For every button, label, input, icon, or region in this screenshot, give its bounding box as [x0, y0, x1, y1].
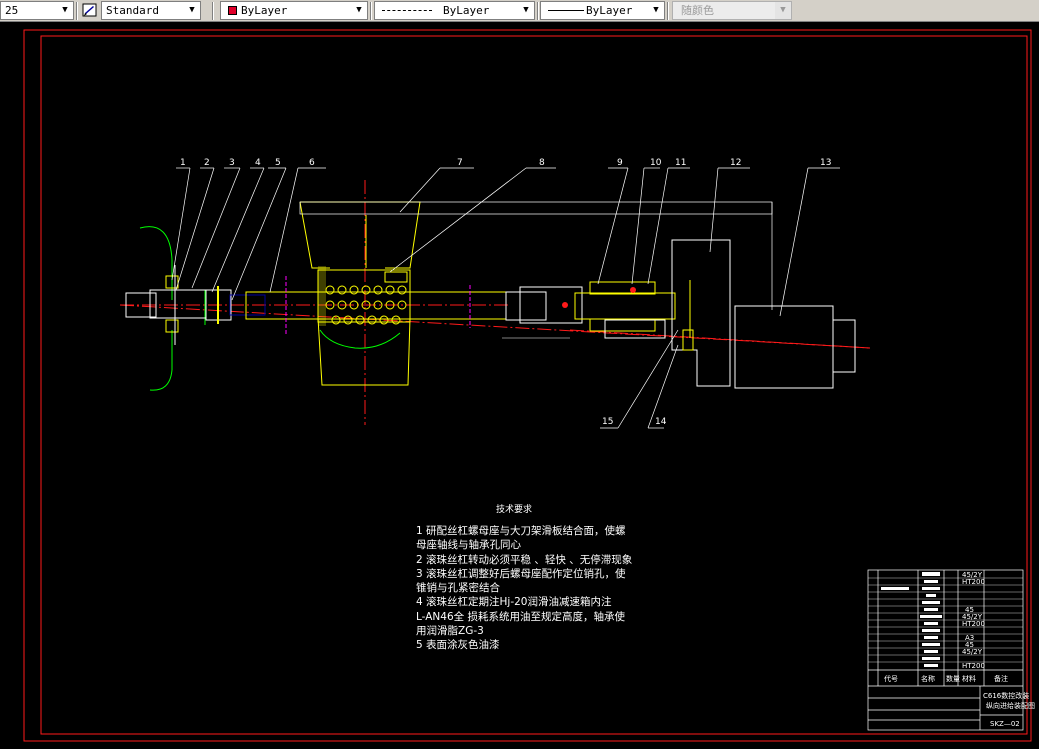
header-cell: 材料: [962, 674, 976, 683]
text-style-icon[interactable]: [80, 1, 100, 20]
material-code: HT200: [962, 620, 985, 628]
note-line: 5 表面涂灰色油漆: [416, 639, 500, 652]
linetype-preview-icon: [382, 10, 432, 11]
left-bearing-housing: [149, 289, 207, 319]
header-cell: 名称: [921, 674, 935, 683]
layer-color-combo[interactable]: ByLayer ▼: [220, 1, 368, 20]
center-line-right: [569, 329, 871, 349]
toolbar-separator: [537, 2, 539, 20]
note-line: 2 滚珠丝杠转动必须平稳 、轻快 、无停滞现象: [416, 553, 633, 566]
scale-value: 25: [5, 4, 19, 17]
text-style-combo[interactable]: Standard ▼: [101, 1, 201, 20]
toolbar-separator: [370, 2, 372, 20]
header-cells: 代号 名称 数量 材料 备注: [884, 674, 1008, 683]
header-cell: 数量: [946, 674, 960, 683]
gearbox-flange: [682, 329, 694, 351]
toolbar-separator: [667, 2, 669, 20]
drawing-title: C616数控改装: [983, 691, 1029, 700]
lineweight-value: ByLayer: [586, 4, 633, 17]
bearing-block-lower: [589, 318, 656, 332]
balloon-number: 5: [275, 158, 281, 168]
balloon-number: 13: [820, 158, 831, 168]
material-code: 45/2Y: [962, 648, 983, 656]
gearbox: [671, 239, 731, 387]
stepper-motor: [734, 305, 834, 389]
drawing-subtitle: 纵向进给装配图: [986, 701, 1035, 710]
output-shaft: [574, 292, 676, 320]
bearing-ball: [630, 287, 636, 293]
header-cell: 代号: [884, 674, 898, 683]
nut-key: [384, 271, 408, 283]
chevron-down-icon[interactable]: ▼: [351, 2, 367, 19]
plot-style-combo[interactable]: 随颜色 ▼: [672, 1, 792, 20]
balloon-number: 7: [457, 158, 463, 168]
balloon-number: 2: [204, 158, 210, 168]
scale-combo[interactable]: 25 ▼: [0, 1, 74, 20]
chevron-down-icon[interactable]: ▼: [648, 2, 664, 19]
note-line: L-AN46全 损耗系统用油至规定高度，轴承使: [416, 610, 625, 623]
balloon-number: 6: [309, 158, 315, 168]
material-code: HT200: [962, 662, 985, 670]
parts-list-rows: [868, 577, 1023, 663]
lineweight-preview-icon: [548, 10, 584, 11]
balloon-number: 15: [602, 417, 613, 427]
text-style-value: Standard: [106, 4, 159, 17]
toolbar-separator: [212, 2, 214, 20]
note-line: 用润滑脂ZG-3: [416, 625, 484, 638]
screw-journal: [505, 291, 547, 321]
lineweight-combo[interactable]: ByLayer ▼: [540, 1, 665, 20]
balloon-number: 11: [675, 158, 686, 168]
balloon-number: 10: [650, 158, 662, 168]
linetype-value: ByLayer: [443, 4, 490, 17]
layer-color-value: ByLayer: [241, 4, 288, 17]
header-cell: 备注: [994, 674, 1008, 683]
note-line: 4 滚珠丝杠定期注Hj-20润滑油减速箱内注: [416, 596, 612, 609]
balloon-number: 9: [617, 158, 623, 168]
note-line: 3 滚珠丝杠调整好后螺母座配作定位销孔，使: [416, 567, 626, 580]
drawing-canvas[interactable]: 1 2 3 4 5 6 7 8 9 10 11 12 13 15 14 45/2…: [0, 22, 1039, 749]
notes-title: 技术要求: [496, 505, 533, 515]
color-swatch-icon: [228, 6, 237, 15]
nut-flange-left: [318, 266, 326, 326]
coupling-pin: [562, 302, 568, 308]
nut-green-curve: [319, 329, 401, 349]
balloon-number: 12: [730, 158, 741, 168]
note-line: 锥销与孔紧密结合: [416, 582, 500, 595]
balloon-number: 1: [180, 158, 186, 168]
balloon-number: 14: [655, 417, 667, 427]
material-codes: 45/2Y HT200 45 45/2Y HT200 A3 45 45/2Y H…: [962, 571, 985, 670]
properties-toolbar: 25 ▼ Standard ▼ ByLayer ▼ ByLayer ▼ ByLa…: [0, 0, 1039, 22]
left-flange-curve: [139, 226, 173, 300]
chevron-down-icon[interactable]: ▼: [57, 2, 73, 19]
chevron-down-icon[interactable]: ▼: [518, 2, 534, 19]
left-flange-curve-lower: [149, 330, 173, 391]
drawing-number: SKZ—02: [990, 720, 1020, 728]
ball-nut: [317, 269, 411, 323]
chevron-down-icon[interactable]: ▼: [184, 2, 200, 19]
note-line: 1 研配丝杠螺母座与大刀架滑板结合面，使螺: [416, 525, 626, 537]
chevron-down-icon[interactable]: ▼: [775, 2, 791, 19]
plot-style-value: 随颜色: [681, 4, 714, 17]
nut-housing-top: [299, 201, 773, 215]
note-line: 母座轴线与轴承孔同心: [416, 539, 521, 552]
nut-housing-lower: [317, 317, 411, 386]
toolbar-separator: [76, 2, 78, 20]
parts-list-fill: [881, 572, 942, 667]
balloon-number: 3: [229, 158, 235, 168]
bearing-block: [589, 281, 656, 295]
nut-housing: [299, 201, 421, 269]
material-code: HT200: [962, 578, 985, 586]
balloon-number: 8: [539, 158, 545, 168]
linetype-combo[interactable]: ByLayer ▼: [374, 1, 535, 20]
balloon-number: 4: [255, 158, 261, 168]
